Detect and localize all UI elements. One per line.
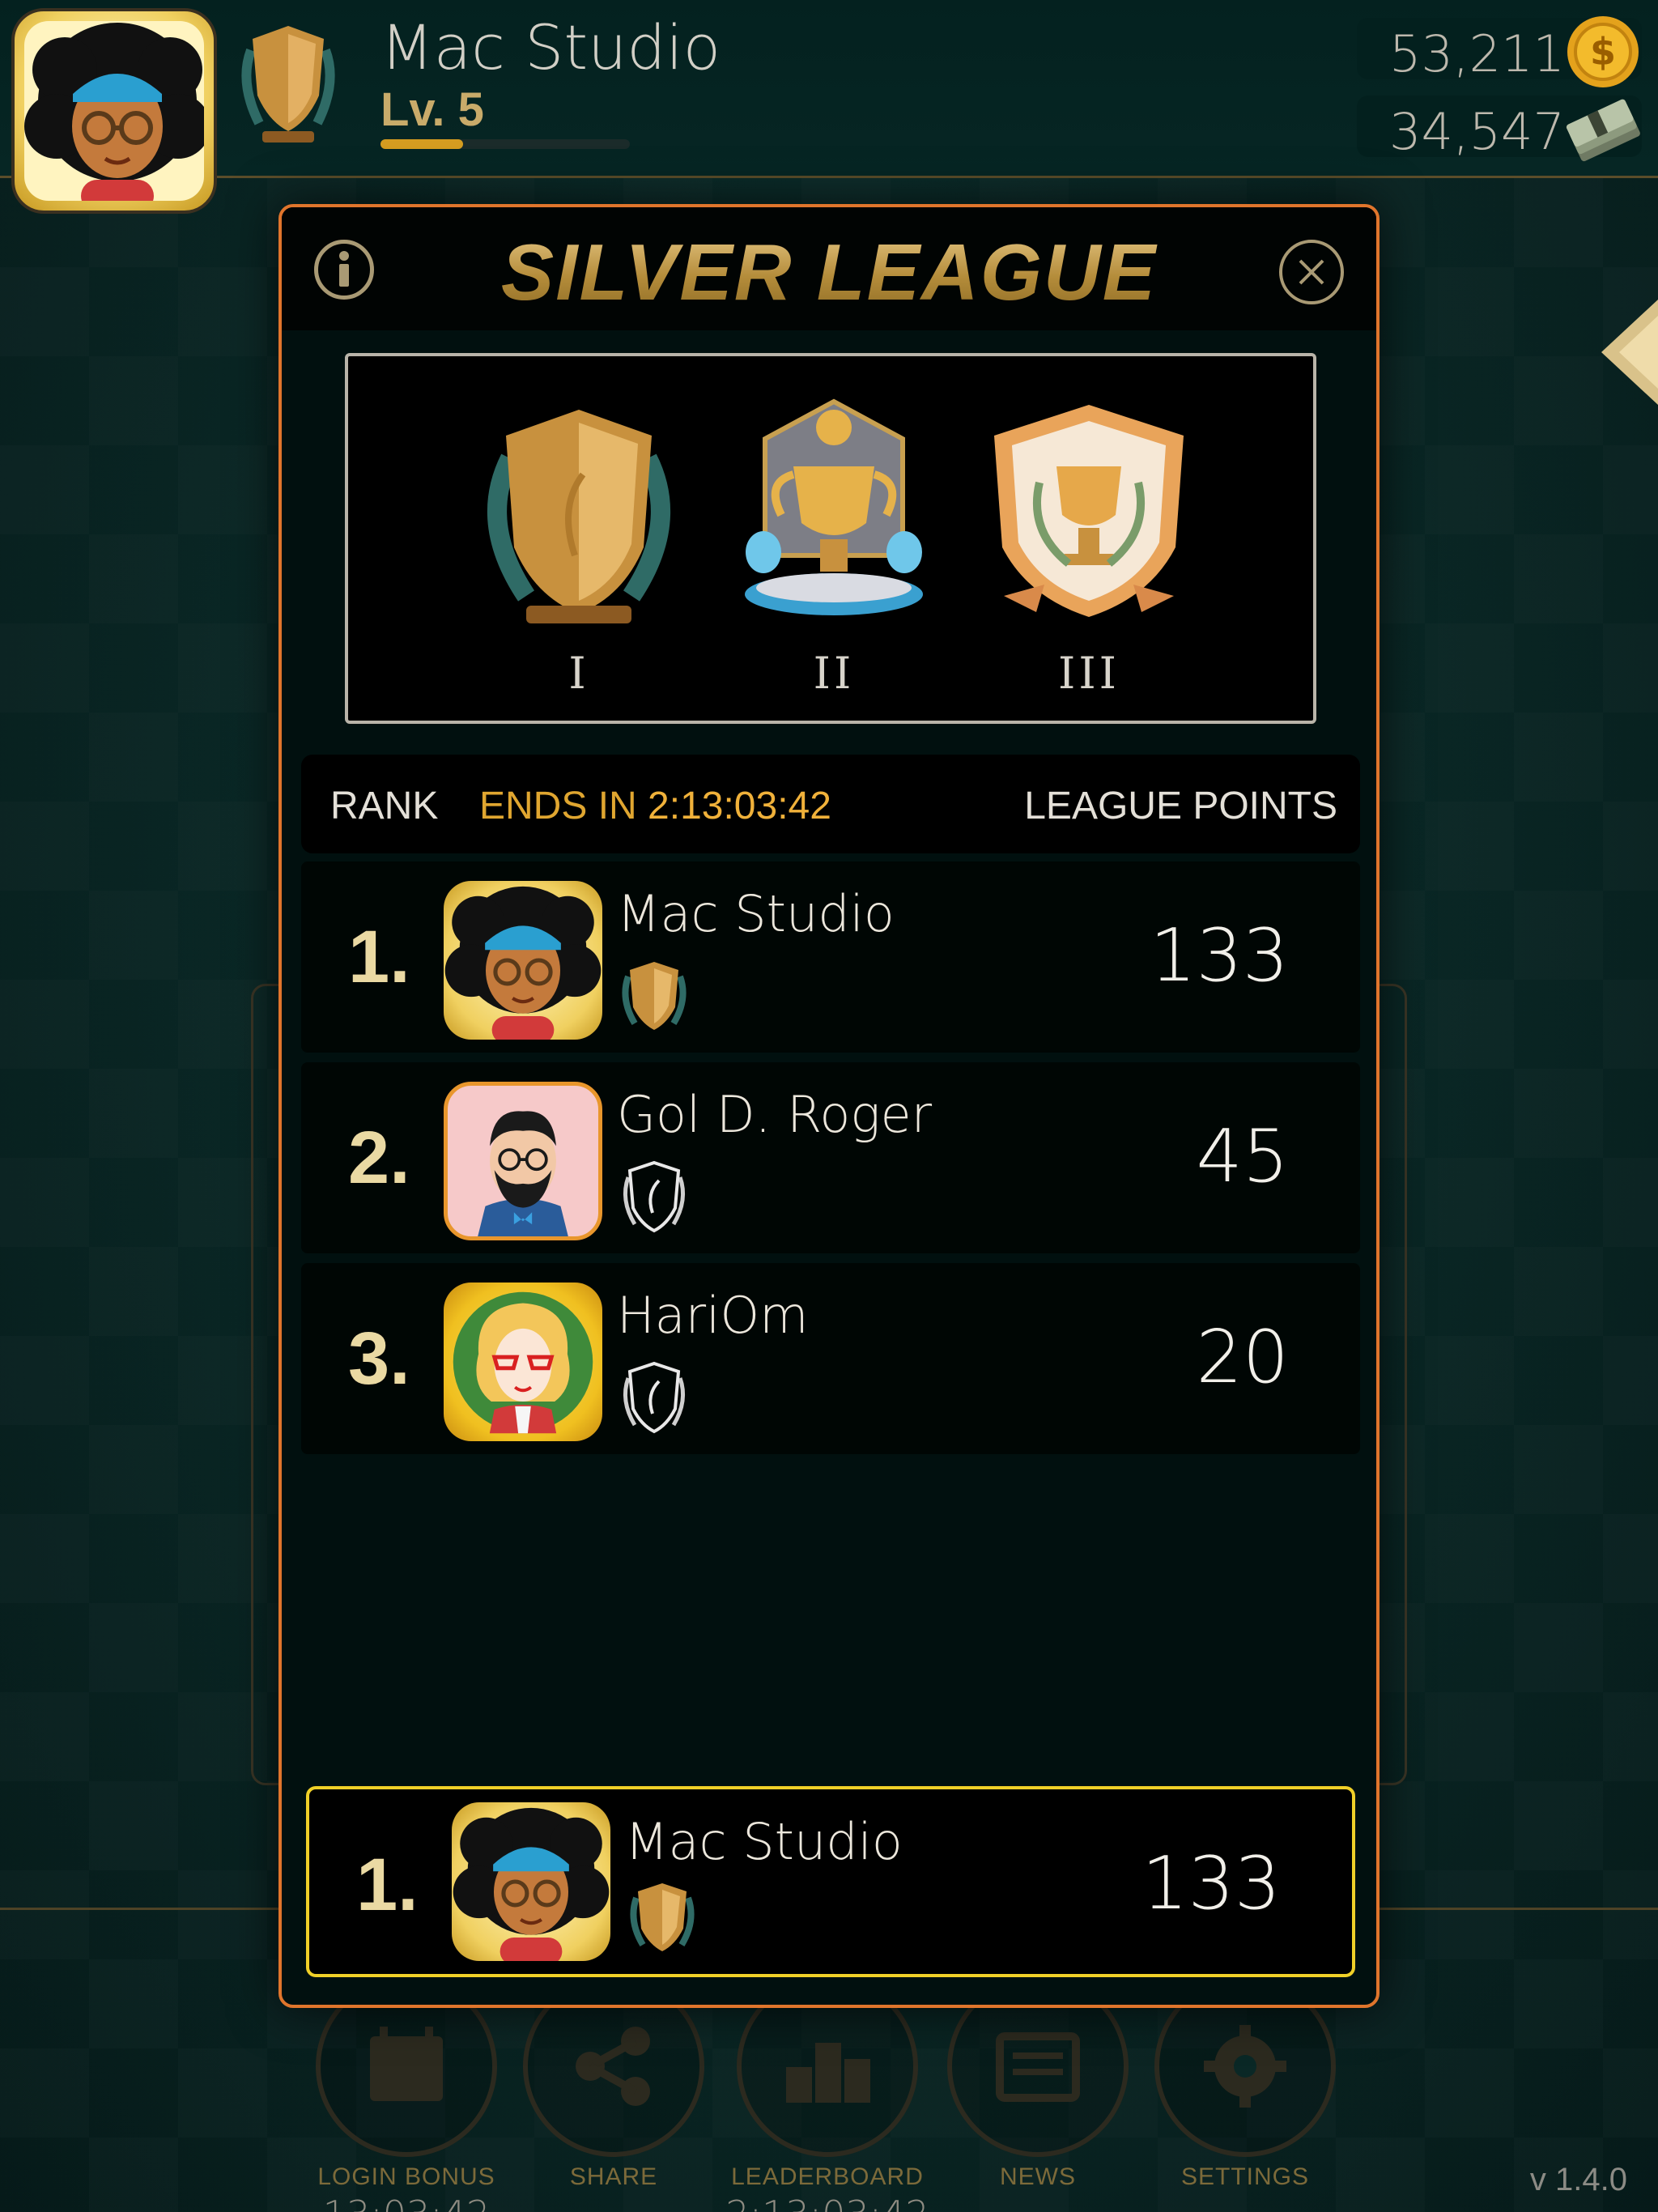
shield-trophy-icon (994, 405, 1184, 617)
xp-progress-fill (380, 139, 463, 149)
league-tiers-panel: I II III (345, 353, 1316, 724)
league-points: 133 (1150, 913, 1289, 998)
league-shield-icon (622, 962, 687, 1030)
nav-leaderboard-timer: 2:13:03:42 (722, 2193, 933, 2212)
podium-icon (786, 2043, 870, 2103)
league-points: 133 (1141, 1841, 1281, 1926)
close-icon (1299, 259, 1324, 285)
leaderboard-row[interactable]: 2. Gol D. Roger 45 (301, 1062, 1360, 1253)
bearded-man-avatar-icon (478, 1111, 568, 1236)
side-panel-arrow-icon[interactable] (1601, 300, 1658, 405)
news-icon (996, 2032, 1080, 2102)
avatar[interactable] (444, 1283, 602, 1441)
cash-stack-icon (1566, 99, 1640, 162)
coin-balance-value: 53,211 (1389, 24, 1565, 83)
trophy-cup-icon (745, 398, 923, 615)
tier-1[interactable]: I (461, 393, 696, 699)
nav-settings-label: SETTINGS (1180, 2163, 1309, 2190)
tier-3-label: III (1058, 648, 1120, 699)
league-modal: SILVER LEAGUE I II III RANK ENDS IN 2:13… (278, 204, 1380, 2008)
app-version: v 1.4.0 (1529, 2162, 1627, 2197)
avatar[interactable] (444, 881, 602, 1040)
nav-login-bonus[interactable]: LOGIN BONUS 13:03:42 (301, 1976, 512, 2212)
tier-2[interactable]: II (716, 393, 951, 699)
afro-avatar-icon (444, 886, 602, 1040)
modal-title: SILVER LEAGUE (282, 227, 1376, 318)
tier-3[interactable]: III (971, 393, 1206, 699)
leaderboard-row[interactable]: 1. Mac Studio 133 (301, 861, 1360, 1053)
points-column-header: LEAGUE POINTS (1024, 785, 1337, 827)
nav-login-bonus-timer: 13:03:42 (301, 2193, 512, 2212)
close-button[interactable] (1279, 240, 1344, 304)
avatar[interactable] (452, 1802, 610, 1961)
rank-column-header: RANK (330, 785, 439, 827)
ends-in-timer: 2:13:03:42 (648, 785, 831, 827)
nav-news-label: NEWS (1000, 2163, 1076, 2190)
calendar-icon (370, 2027, 443, 2101)
gold-coin-icon: $ (1567, 16, 1639, 87)
row-rank: 1. (356, 1844, 419, 1926)
league-points: 20 (1196, 1315, 1289, 1400)
xp-progress-bar (380, 139, 630, 149)
ends-in-label: ENDS IN (479, 785, 637, 827)
woman-glasses-avatar-icon (453, 1291, 593, 1434)
coin-balance[interactable]: 53,211 $ (1357, 16, 1642, 87)
avatar[interactable] (444, 1082, 602, 1240)
player-name: Gol D. Roger (617, 1085, 933, 1144)
svg-text:$: $ (1590, 30, 1616, 74)
nav-leaderboard-label: LEADERBOARD (731, 2163, 924, 2190)
share-icon (576, 2027, 650, 2106)
player-level: Lv. 5 (380, 83, 484, 136)
season-countdown: ENDS IN 2:13:03:42 (479, 784, 831, 828)
nav-leaderboard[interactable]: LEADERBOARD 2:13:03:42 (722, 1976, 933, 2212)
player-name: Mac Studio (617, 884, 895, 943)
league-shield-outline-icon (623, 1361, 686, 1434)
league-shield-icon (241, 26, 335, 143)
row-rank: 3. (348, 1317, 410, 1400)
cash-balance-value: 34,547 (1389, 102, 1565, 161)
row-rank: 1. (348, 916, 410, 998)
shield-laurel-icon (487, 410, 670, 623)
league-points: 45 (1196, 1114, 1289, 1199)
leaderboard-header: RANK ENDS IN 2:13:03:42 LEAGUE POINTS (301, 755, 1360, 853)
leaderboard-row[interactable]: 3. HariOm 20 (301, 1263, 1360, 1454)
tier-1-label: I (568, 648, 589, 699)
my-rank-row[interactable]: 1. Mac Studio 133 (306, 1786, 1355, 1977)
league-shield-icon (630, 1883, 695, 1951)
cash-balance[interactable]: 34,547 (1357, 96, 1642, 162)
player-avatar[interactable] (11, 8, 217, 214)
player-name: Mac Studio (380, 11, 721, 83)
nav-share-label: SHARE (569, 2163, 658, 2190)
top-bar: Mac Studio Lv. 5 53,211 $ 34,547 (0, 0, 1658, 214)
player-name: Mac Studio (625, 1812, 903, 1871)
modal-header: SILVER LEAGUE (282, 207, 1376, 330)
tier-2-label: II (813, 648, 855, 699)
afro-avatar-icon (24, 23, 204, 201)
nav-login-bonus-label: LOGIN BONUS (317, 2163, 495, 2190)
row-rank: 2. (348, 1117, 410, 1199)
afro-avatar-icon (453, 1807, 610, 1961)
league-shield-outline-icon (623, 1160, 686, 1233)
player-name: HariOm (617, 1286, 809, 1345)
gear-icon (1204, 2025, 1286, 2108)
